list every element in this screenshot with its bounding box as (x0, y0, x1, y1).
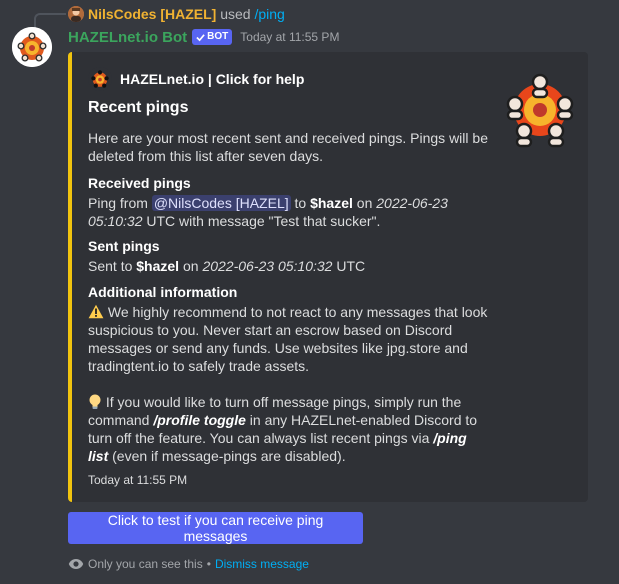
ephemeral-text: Only you can see this (88, 557, 203, 571)
embed-description: Here are your most recent sent and recei… (88, 130, 488, 164)
ephemeral-notice: Only you can see this • Dismiss message (68, 557, 309, 571)
embed-author-icon (88, 67, 112, 91)
eye-icon (68, 559, 84, 569)
embed-title: Recent pings (88, 99, 189, 116)
hazelnet-logo-icon (12, 27, 52, 67)
replied-user-avatar[interactable] (68, 6, 84, 22)
field-value: Sent to $hazel on 2022-06-23 05:10:32 UT… (88, 258, 366, 274)
ping-embed: HAZELnet.io | Click for help Recent ping… (68, 52, 588, 502)
test-ping-button[interactable]: Click to test if you can receive ping me… (68, 512, 363, 544)
embed-footer-timestamp: Today at 11:55 PM (88, 473, 188, 487)
hazelnet-logo-icon (506, 73, 574, 148)
message-timestamp[interactable]: Today at 11:55 PM (240, 30, 339, 44)
bot-tag-label: BOT (207, 31, 229, 42)
field-value: Ping from @NilsCodes [HAZEL] to $hazel o… (88, 195, 448, 229)
bot-username[interactable]: HAZELnet.io Bot (68, 29, 187, 46)
warning-icon (88, 304, 104, 319)
embed-author[interactable]: HAZELnet.io | Click for help (88, 67, 304, 91)
reply-used-text: used (220, 6, 251, 22)
dismiss-message-link[interactable]: Dismiss message (215, 557, 309, 571)
replied-username[interactable]: NilsCodes [HAZEL] (88, 6, 216, 22)
field-value-warning: We highly recommend to not react to any … (88, 304, 488, 374)
ephemeral-separator: • (206, 557, 211, 571)
reply-reference[interactable]: NilsCodes [HAZEL] used /ping (88, 5, 285, 23)
field-value-tip: If you would like to turn off message pi… (88, 394, 478, 464)
field-additional-information: Additional information We highly recomme… (88, 283, 488, 465)
field-name: Received pings (88, 175, 191, 191)
lightbulb-icon (89, 394, 101, 409)
embed-author-name[interactable]: HAZELnet.io | Click for help (120, 71, 304, 87)
bot-avatar[interactable] (12, 27, 52, 67)
user-mention[interactable]: @NilsCodes [HAZEL] (151, 195, 291, 211)
field-received-pings: Received pings Ping from @NilsCodes [HAZ… (88, 174, 488, 230)
message-header: HAZELnet.io Bot BOT Today at 11:55 PM (68, 27, 339, 47)
field-name: Additional information (88, 284, 238, 300)
embed-thumbnail[interactable] (500, 68, 580, 148)
field-name: Sent pings (88, 238, 160, 254)
checkmark-icon (196, 33, 205, 41)
field-sent-pings: Sent pings Sent to $hazel on 2022-06-23 … (88, 237, 488, 275)
bot-badge: BOT (192, 29, 233, 45)
reply-command[interactable]: /ping (254, 6, 284, 22)
